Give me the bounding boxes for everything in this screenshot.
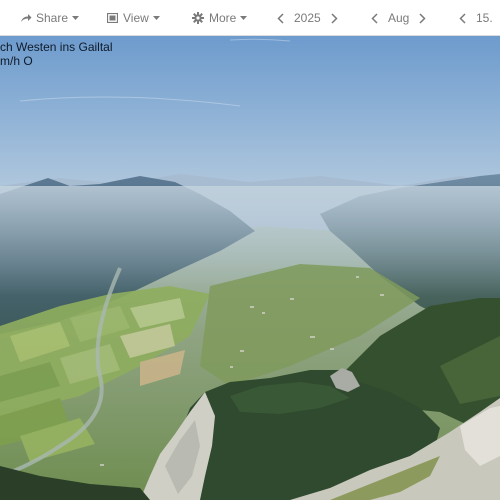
chevron-down-icon (152, 15, 160, 21)
view-label: View (123, 11, 149, 25)
chevron-right-icon[interactable] (331, 12, 338, 24)
image-caption: ch Westen ins Gailtal m/h O (0, 40, 113, 68)
chevron-down-icon (240, 15, 248, 21)
image-icon (107, 13, 118, 23)
webcam-image (0, 36, 500, 500)
day-nav: 15. (459, 0, 493, 36)
share-icon (20, 13, 32, 23)
caption-line-1: ch Westen ins Gailtal (0, 40, 113, 54)
year-nav: 2025 (277, 0, 338, 36)
day-value[interactable]: 15. (466, 11, 493, 25)
month-value[interactable]: Aug (378, 11, 419, 25)
chevron-left-icon[interactable] (459, 12, 466, 24)
more-button[interactable]: More (192, 0, 248, 36)
gear-icon (192, 12, 204, 24)
month-nav: Aug (371, 0, 426, 36)
view-button[interactable]: View (107, 0, 160, 36)
chevron-left-icon[interactable] (371, 12, 378, 24)
share-button[interactable]: Share (20, 0, 80, 36)
chevron-left-icon[interactable] (277, 12, 284, 24)
chevron-down-icon (72, 15, 80, 21)
share-label: Share (36, 11, 69, 25)
year-value[interactable]: 2025 (284, 11, 331, 25)
caption-line-2: m/h O (0, 54, 33, 68)
top-toolbar: Share View More 2025 Aug 15. (0, 0, 500, 36)
more-label: More (209, 11, 237, 25)
chevron-right-icon[interactable] (419, 12, 426, 24)
